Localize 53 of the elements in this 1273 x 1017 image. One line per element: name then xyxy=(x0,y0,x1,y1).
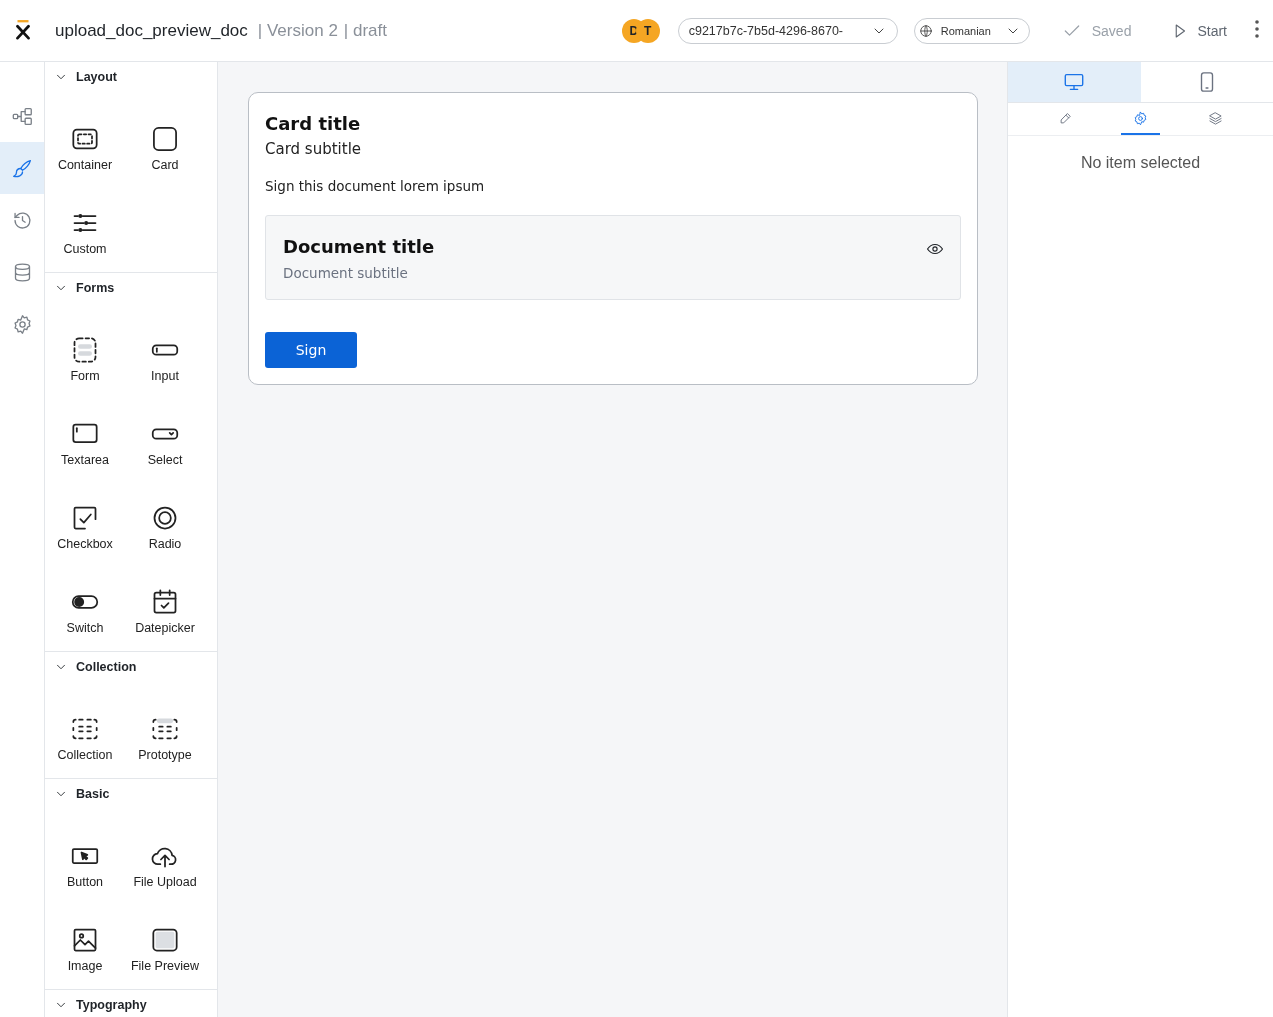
section-header[interactable]: Basic xyxy=(45,779,217,809)
component-item[interactable]: Datepicker xyxy=(125,567,205,651)
layers-icon xyxy=(1208,110,1223,126)
checkbox-icon xyxy=(71,504,99,532)
globe-icon xyxy=(918,23,933,38)
card-title: Card title xyxy=(265,113,362,134)
save-status: Saved xyxy=(1091,22,1132,39)
rounded-square-icon xyxy=(151,125,179,153)
more-menu-icon[interactable] xyxy=(1255,20,1259,38)
monitor-icon xyxy=(1063,71,1086,93)
sign-button[interactable]: Sign xyxy=(265,332,357,368)
calendar-icon xyxy=(151,588,179,616)
radio-icon xyxy=(151,504,179,532)
flow-diagram-icon xyxy=(11,105,33,127)
card-subtitle: Card subtitle xyxy=(265,140,363,158)
section-header[interactable]: Typography xyxy=(45,990,217,1017)
component-item[interactable]: Collection xyxy=(45,694,125,778)
sidebar-tab[interactable] xyxy=(0,142,44,194)
version-id-dropdown[interactable]: c9217b7c-7b5d-4296-8670- xyxy=(677,17,898,44)
dashed-form-icon xyxy=(71,336,99,364)
component-item[interactable]: Switch xyxy=(45,567,125,651)
component-item[interactable]: Card xyxy=(125,104,205,188)
component-item[interactable]: Custom xyxy=(45,188,125,272)
component-item[interactable]: Select xyxy=(125,399,205,483)
component-item[interactable]: Form xyxy=(45,315,125,399)
document-subtitle: Document subtitle xyxy=(283,265,409,281)
brush-icon xyxy=(11,157,33,179)
component-item[interactable]: Container xyxy=(45,104,125,188)
start-button[interactable]: Start xyxy=(1171,21,1227,40)
filled-frame-icon xyxy=(151,926,179,954)
image-icon xyxy=(71,926,99,954)
section-header[interactable]: Layout xyxy=(45,62,217,92)
card-text: Sign this document lorem ipsum xyxy=(265,178,486,194)
empty-message: No item selected xyxy=(1079,154,1202,172)
component-item[interactable]: Image xyxy=(45,905,125,989)
section-header[interactable]: Forms xyxy=(45,273,217,303)
version-label: | Version 2 xyxy=(257,20,338,41)
component-item[interactable]: File Upload xyxy=(125,821,205,905)
component-item[interactable]: Textarea xyxy=(45,399,125,483)
document-title: Document title xyxy=(283,236,435,257)
component-item[interactable]: File Preview xyxy=(125,905,205,989)
settings-icon xyxy=(1133,110,1148,126)
component-item[interactable]: Checkbox xyxy=(45,483,125,567)
component-item[interactable]: Prototype xyxy=(125,694,205,778)
history-icon xyxy=(11,209,33,231)
pencil-icon xyxy=(1058,110,1073,126)
language-dropdown[interactable]: Romanian xyxy=(913,17,1030,44)
document-name: upload_doc_preview_doc xyxy=(55,20,248,41)
status-label: | draft xyxy=(343,20,387,41)
section-header[interactable]: Collection xyxy=(45,652,217,682)
component-item[interactable]: Radio xyxy=(125,483,205,567)
component-item[interactable]: Input xyxy=(125,315,205,399)
component-item[interactable]: Button xyxy=(45,821,125,905)
